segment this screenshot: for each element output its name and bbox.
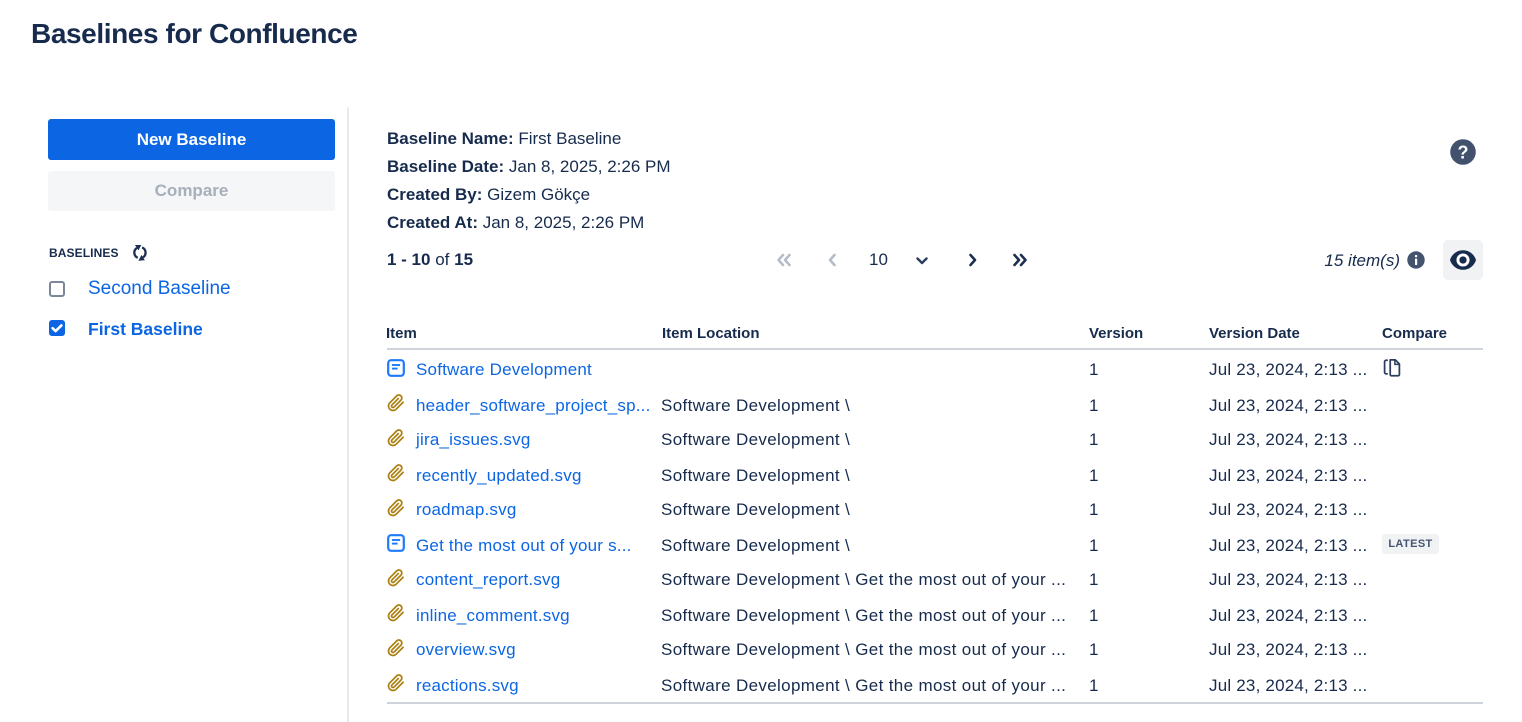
svg-text:?: ? bbox=[1458, 143, 1469, 163]
